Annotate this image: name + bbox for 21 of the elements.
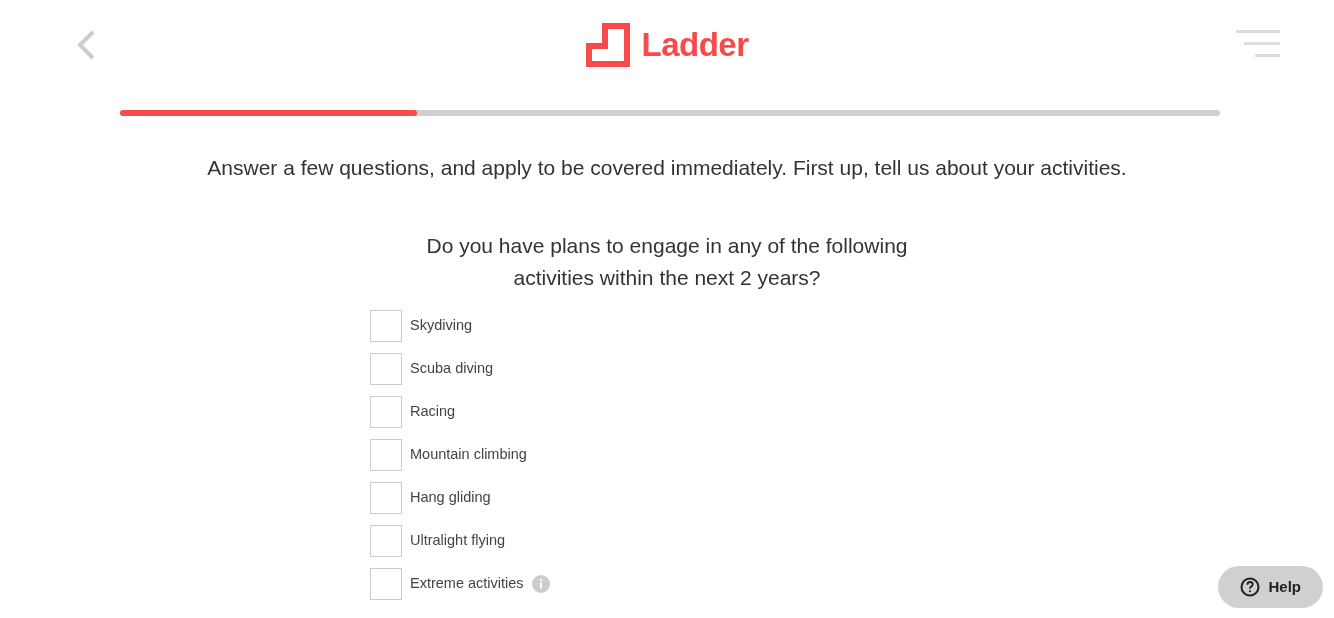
- option-label: Mountain climbing: [410, 444, 527, 464]
- question-text: Do you have plans to engage in any of the following activities within the next 2 years?: [425, 232, 909, 291]
- logo-text: Ladder: [641, 25, 749, 66]
- help-button[interactable]: Help: [1218, 565, 1323, 608]
- intro-text: Answer a few questions, and apply to be covered immediately. First up, tell us about your activities.: [206, 155, 1128, 181]
- option-label: Extreme activities: [410, 573, 524, 593]
- option-label: Hang gliding: [410, 487, 491, 507]
- option-label: Racing: [410, 401, 456, 421]
- checkbox[interactable]: [370, 352, 402, 385]
- option-label: Skydiving: [410, 315, 473, 335]
- checkbox[interactable]: [370, 567, 402, 600]
- info-icon[interactable]: [531, 574, 550, 593]
- checkbox[interactable]: [370, 524, 402, 557]
- checkbox[interactable]: [370, 395, 402, 428]
- back-button[interactable]: [76, 30, 96, 60]
- checkbox[interactable]: [370, 438, 402, 471]
- checkbox[interactable]: [370, 481, 402, 514]
- checkbox[interactable]: [370, 309, 402, 342]
- option-label: Scuba diving: [410, 358, 494, 378]
- option-label: Ultralight flying: [410, 530, 506, 550]
- help-icon: [1240, 576, 1261, 597]
